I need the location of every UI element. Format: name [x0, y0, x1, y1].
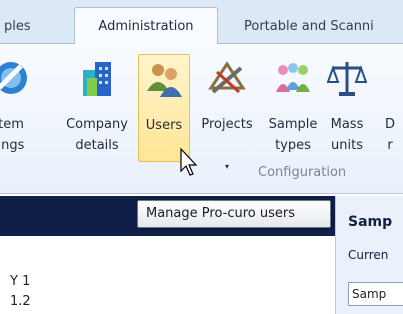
company-details-label-line1: Company: [66, 117, 128, 132]
side-panel-title: Samp: [348, 214, 393, 230]
system-settings-icon: [0, 62, 27, 94]
side-panel-input[interactable]: Samp: [348, 282, 403, 306]
tab-samples[interactable]: ples: [4, 12, 31, 44]
sample-side-panel: Samp Curren Samp: [335, 196, 403, 314]
sample-types-label-line1: Sample: [268, 117, 318, 132]
configuration-group-label: Configuration: [258, 165, 347, 180]
company-details-button[interactable]: Company details: [56, 52, 138, 172]
sample-types-icon: [276, 63, 310, 92]
sample-types-button[interactable]: Sample types: [262, 52, 324, 172]
projects-button[interactable]: Projects ▾: [194, 52, 260, 172]
system-settings-label-line1: tem: [0, 117, 24, 132]
users-icon: [147, 64, 182, 97]
users-button[interactable]: Users: [138, 54, 190, 162]
mass-units-label-line1: Mass: [330, 117, 364, 132]
left-value-line-2: 1.2: [10, 294, 31, 309]
system-settings-button[interactable]: tem ings: [0, 52, 44, 172]
company-details-label-line2: details: [75, 138, 119, 153]
ribbon-panel: tem ings Company details Users Projects …: [0, 44, 403, 194]
projects-label: Projects: [201, 117, 253, 132]
system-settings-label-line2: ings: [0, 138, 25, 153]
mouse-pointer-icon: [180, 147, 198, 176]
tab-portable-and-scanning[interactable]: Portable and Scanni: [244, 12, 374, 44]
tab-administration[interactable]: Administration: [74, 7, 218, 45]
company-building-icon: [83, 62, 111, 96]
left-value-line-1: Y 1: [10, 274, 31, 289]
partial-button-label-line1: D: [384, 117, 395, 132]
projects-dropdown-icon[interactable]: ▾: [225, 156, 229, 177]
mass-units-label-line2: units: [331, 138, 363, 153]
scales-icon: [327, 62, 367, 96]
partial-button-label-line2: r: [387, 138, 393, 153]
side-panel-current-label: Curren: [348, 248, 389, 262]
sample-types-label-line2: types: [275, 138, 311, 153]
projects-tools-icon: [208, 61, 246, 94]
users-tooltip: Manage Pro-curo users: [137, 200, 331, 228]
left-values: Y 1 1.2: [10, 272, 31, 312]
partial-ribbon-button[interactable]: D r: [370, 52, 403, 172]
app-window: ples Administration Portable and Scanni …: [0, 0, 403, 314]
ribbon-tab-strip: ples Administration Portable and Scanni: [0, 0, 403, 45]
mass-units-button[interactable]: Mass units: [325, 52, 369, 172]
users-label: Users: [145, 118, 183, 133]
